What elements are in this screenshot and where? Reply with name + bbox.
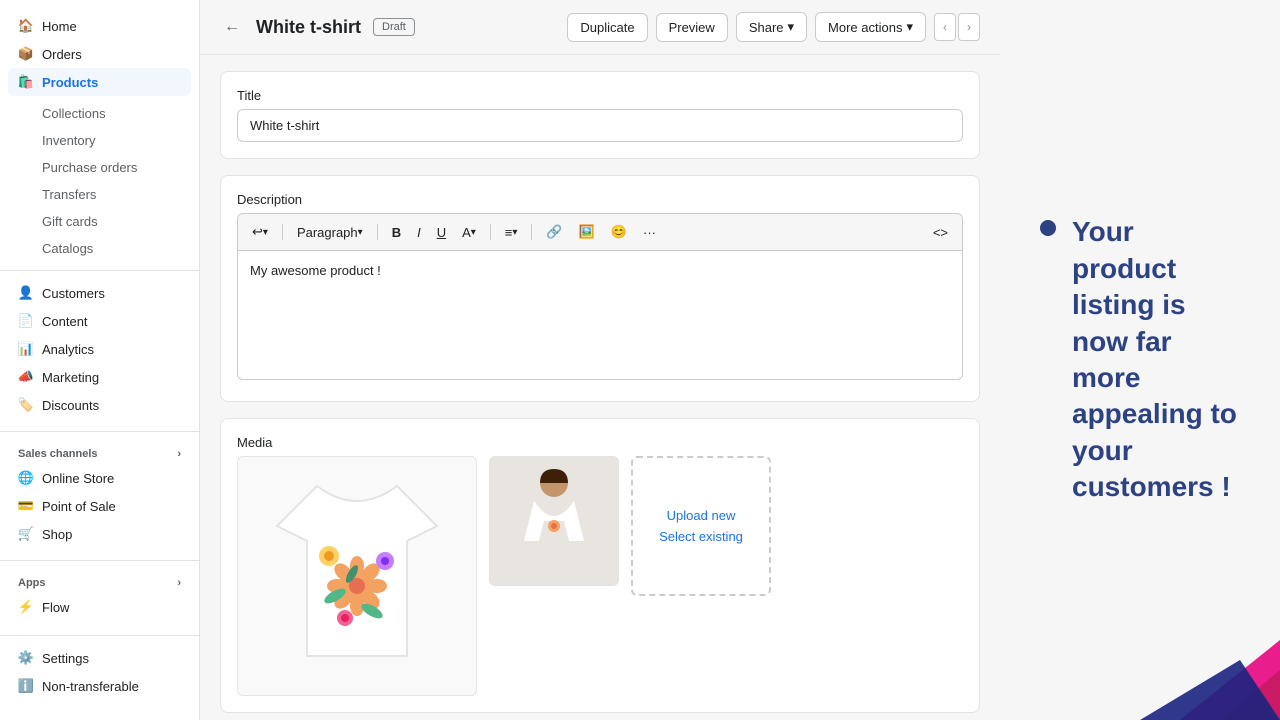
sidebar-item-online-store[interactable]: 🌐 Online Store: [8, 464, 191, 492]
italic-button[interactable]: I: [411, 221, 427, 244]
upload-new-label[interactable]: Upload new: [667, 508, 736, 523]
description-toolbar: ↩ ▾ Paragraph ▾ B I U A: [237, 213, 963, 250]
sidebar-item-non-transferable[interactable]: ℹ️ Non-transferable: [8, 672, 191, 700]
sidebar-item-products[interactable]: 🛍️ Products: [8, 68, 191, 96]
toolbar-divider-1: [282, 224, 283, 240]
pos-icon: 💳: [18, 498, 34, 514]
decorative-triangles: [1080, 560, 1280, 720]
sidebar-item-settings[interactable]: ⚙️ Settings: [8, 644, 191, 672]
flow-icon: ⚡: [18, 599, 34, 615]
status-badge: Draft: [373, 18, 415, 36]
products-icon: 🛍️: [18, 74, 34, 90]
sidebar-item-point-of-sale[interactable]: 💳 Point of Sale: [8, 492, 191, 520]
title-label: Title: [237, 88, 963, 103]
sidebar-item-shop[interactable]: 🛒 Shop: [8, 520, 191, 548]
more-chevron-icon: ▾: [906, 19, 913, 35]
share-button[interactable]: Share ▾: [736, 12, 807, 42]
orders-icon: 📦: [18, 46, 34, 62]
description-label: Description: [237, 192, 963, 207]
discounts-icon: 🏷️: [18, 397, 34, 413]
page-title: White t-shirt: [256, 17, 361, 38]
info-text: Your product listing is now far more app…: [1072, 214, 1240, 505]
sidebar-item-purchase-orders[interactable]: Purchase orders: [32, 154, 199, 181]
info-content: Your product listing is now far more app…: [1040, 214, 1240, 505]
nav-next-button[interactable]: ›: [958, 13, 980, 41]
editor-panel: ← White t-shirt Draft Duplicate Preview …: [200, 0, 1000, 720]
bold-button[interactable]: B: [386, 221, 407, 244]
title-input[interactable]: [237, 109, 963, 142]
more-toolbar-button[interactable]: ···: [637, 221, 662, 244]
paragraph-format-button[interactable]: Paragraph ▾: [291, 221, 369, 244]
select-existing-label[interactable]: Select existing: [659, 529, 743, 544]
media-thumb-main[interactable]: [237, 456, 477, 696]
code-button[interactable]: <>: [927, 221, 954, 244]
customers-icon: 👤: [18, 285, 34, 301]
media-label: Media: [237, 435, 963, 450]
undo-redo-button[interactable]: ↩ ▾: [246, 220, 274, 244]
underline-button[interactable]: U: [431, 221, 452, 244]
share-chevron-icon: ▾: [788, 19, 795, 35]
link-button[interactable]: 🔗: [540, 220, 568, 244]
nav-arrows: ‹ ›: [934, 13, 980, 41]
analytics-icon: 📊: [18, 341, 34, 357]
sidebar-item-orders[interactable]: 📦 Orders: [8, 40, 191, 68]
shop-icon: 🛒: [18, 526, 34, 542]
preview-button[interactable]: Preview: [656, 13, 728, 42]
toolbar-divider-2: [377, 224, 378, 240]
sidebar-item-discounts[interactable]: 🏷️ Discounts: [8, 391, 191, 419]
more-actions-button[interactable]: More actions ▾: [815, 12, 926, 42]
sidebar-item-collections[interactable]: Collections: [32, 100, 199, 127]
sidebar-item-customers[interactable]: 👤 Customers: [8, 279, 191, 307]
duplicate-button[interactable]: Duplicate: [567, 13, 647, 42]
sidebar-item-inventory[interactable]: Inventory: [32, 127, 199, 154]
sidebar-item-marketing[interactable]: 📣 Marketing: [8, 363, 191, 391]
apps-label: Apps ›: [8, 569, 191, 593]
align-button[interactable]: ≡ ▾: [499, 221, 524, 244]
media-grid: Upload new Select existing: [237, 456, 963, 696]
media-upload-box[interactable]: Upload new Select existing: [631, 456, 771, 596]
image-button[interactable]: 🖼️: [573, 220, 601, 244]
toolbar-divider-3: [490, 224, 491, 240]
description-editor[interactable]: My awesome product !: [237, 250, 963, 380]
sidebar-item-content[interactable]: 📄 Content: [8, 307, 191, 335]
title-card: Title: [220, 71, 980, 159]
sidebar-item-home[interactable]: 🏠 Home: [8, 12, 191, 40]
media-card: Media: [220, 418, 980, 713]
nav-prev-button[interactable]: ‹: [934, 13, 956, 41]
back-button[interactable]: ←: [220, 14, 244, 40]
description-card: Description ↩ ▾ Paragraph ▾ B I: [220, 175, 980, 402]
sidebar-item-gift-cards[interactable]: Gift cards: [32, 208, 199, 235]
toolbar-divider-4: [531, 224, 532, 240]
non-transferable-icon: ℹ️: [18, 678, 34, 694]
info-panel: Your product listing is now far more app…: [1000, 0, 1280, 720]
marketing-icon: 📣: [18, 369, 34, 385]
content-icon: 📄: [18, 313, 34, 329]
sales-channels-label: Sales channels ›: [8, 440, 191, 464]
topbar-actions: Duplicate Preview Share ▾ More actions ▾…: [567, 12, 980, 42]
bullet-dot: [1040, 220, 1056, 236]
sidebar-item-flow[interactable]: ⚡ Flow: [8, 593, 191, 621]
emoji-button[interactable]: 😊: [605, 220, 633, 244]
text-color-button[interactable]: A ▾: [456, 221, 482, 244]
sidebar-item-analytics[interactable]: 📊 Analytics: [8, 335, 191, 363]
settings-icon: ⚙️: [18, 650, 34, 666]
sidebar-item-catalogs[interactable]: Catalogs: [32, 235, 199, 262]
sidebar-item-transfers[interactable]: Transfers: [32, 181, 199, 208]
home-icon: 🏠: [18, 18, 34, 34]
media-thumb-secondary[interactable]: [489, 456, 619, 586]
sidebar: 🏠 Home 📦 Orders 🛍️ Products Collections …: [0, 0, 200, 720]
online-store-icon: 🌐: [18, 470, 34, 486]
topbar: ← White t-shirt Draft Duplicate Preview …: [200, 0, 1000, 55]
